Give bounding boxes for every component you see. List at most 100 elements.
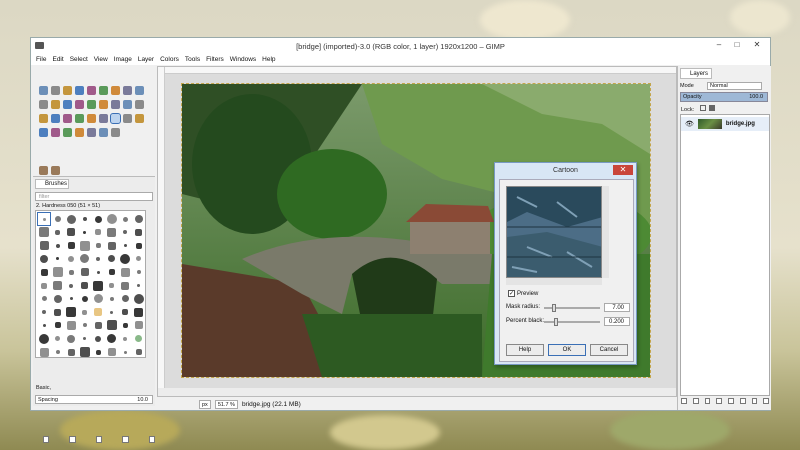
close-icon[interactable]: ✕	[750, 40, 764, 50]
mask-radius-spin[interactable]: 7.00	[604, 303, 630, 312]
refresh-brushes-icon[interactable]	[148, 436, 156, 443]
canvas-horizontal-scrollbar[interactable]	[158, 388, 676, 396]
eraser-icon[interactable]	[123, 114, 132, 123]
brush-cell[interactable]	[79, 293, 91, 305]
brush-cell[interactable]	[119, 346, 131, 357]
brush-cell[interactable]	[133, 319, 145, 331]
unit-selector[interactable]: px	[199, 399, 211, 409]
brush-cell[interactable]	[119, 240, 131, 252]
brush-grid[interactable]	[35, 210, 146, 358]
eye-icon[interactable]: 👁	[685, 120, 694, 128]
brush-cell[interactable]	[38, 306, 50, 318]
brush-cell[interactable]	[92, 346, 104, 357]
smudge-extra-icon[interactable]	[39, 166, 48, 175]
brush-cell[interactable]	[79, 240, 91, 252]
brush-cell[interactable]	[52, 319, 64, 331]
scale-icon[interactable]	[111, 100, 120, 109]
brush-cell[interactable]	[106, 346, 118, 357]
brush-cell[interactable]	[65, 253, 77, 265]
delete-brush-icon[interactable]	[122, 436, 129, 443]
brush-cell[interactable]	[52, 240, 64, 252]
opacity-field[interactable]: Opacity 100.0	[680, 92, 768, 102]
layer-row[interactable]: 👁 bridge.jpg	[681, 117, 769, 131]
brush-cell[interactable]	[92, 240, 104, 252]
menu-view[interactable]: View	[94, 56, 108, 63]
mode-select[interactable]: Normal	[707, 82, 762, 90]
color-select-icon[interactable]	[87, 86, 96, 95]
move-icon[interactable]	[63, 100, 72, 109]
menu-layer[interactable]: Layer	[138, 56, 154, 63]
brush-cell[interactable]	[38, 253, 50, 265]
menu-edit[interactable]: Edit	[52, 56, 63, 63]
blur-icon[interactable]	[87, 128, 96, 137]
brush-cell[interactable]	[119, 293, 131, 305]
percent-black-knob[interactable]	[554, 318, 559, 326]
brush-cell[interactable]	[119, 253, 131, 265]
paintbrush-icon[interactable]	[110, 113, 121, 124]
brush-cell[interactable]	[133, 333, 145, 345]
new-brush-icon[interactable]	[69, 436, 76, 443]
maximize-icon[interactable]: □	[730, 40, 744, 50]
menu-windows[interactable]: Windows	[230, 56, 256, 63]
brush-cell[interactable]	[38, 226, 50, 238]
cage-icon[interactable]	[51, 114, 60, 123]
brush-cell[interactable]	[37, 212, 51, 226]
ruler-left[interactable]	[158, 67, 165, 396]
brush-cell[interactable]	[133, 266, 145, 278]
menu-tools[interactable]: Tools	[185, 56, 200, 63]
brush-cell[interactable]	[52, 333, 64, 345]
brush-cell[interactable]	[79, 280, 91, 292]
brush-cell[interactable]	[65, 226, 77, 238]
percent-black-spin[interactable]: 0.200	[604, 317, 630, 326]
brush-cell[interactable]	[79, 346, 91, 357]
blend-icon[interactable]	[87, 114, 96, 123]
brush-cell[interactable]	[38, 280, 50, 292]
ruler-top[interactable]	[158, 67, 676, 74]
clone-icon[interactable]	[51, 128, 60, 137]
brush-cell[interactable]	[92, 226, 104, 238]
color-picker-icon[interactable]	[135, 86, 144, 95]
brush-cell[interactable]	[65, 293, 77, 305]
lock-alpha-icon[interactable]	[709, 105, 716, 111]
preview-vertical-scrollbar[interactable]	[602, 186, 609, 278]
ellipse-select-icon[interactable]	[51, 86, 60, 95]
brush-cell[interactable]	[133, 306, 145, 318]
preview-horizontal-scrollbar[interactable]	[506, 278, 602, 285]
brush-cell[interactable]	[92, 293, 104, 305]
brush-cell[interactable]	[79, 253, 91, 265]
brush-cell[interactable]	[52, 226, 64, 238]
brush-spacing-field[interactable]: Spacing 10.0	[35, 395, 153, 404]
align-icon[interactable]	[75, 100, 84, 109]
brush-cell[interactable]	[52, 213, 64, 225]
dodge-burn-icon[interactable]	[111, 128, 120, 137]
flip-icon[interactable]	[39, 114, 48, 123]
brush-cell[interactable]	[65, 319, 77, 331]
brush-cell[interactable]	[65, 346, 77, 357]
brush-cell[interactable]	[65, 240, 77, 252]
airbrush-icon[interactable]	[135, 114, 144, 123]
perspective-clone-icon[interactable]	[75, 128, 84, 137]
cartoon-preview[interactable]	[506, 186, 602, 278]
brush-cell[interactable]	[79, 226, 91, 238]
brush-cell[interactable]	[92, 213, 104, 225]
brush-cell[interactable]	[92, 333, 104, 345]
tab-layers[interactable]: Layers	[680, 68, 712, 79]
tab-brushes[interactable]: Brushes	[35, 179, 69, 189]
edit-brush-icon[interactable]	[43, 436, 50, 443]
menu-filters[interactable]: Filters	[206, 56, 224, 63]
dialog-close-icon[interactable]: ✕	[613, 165, 633, 175]
anchor-layer-icon[interactable]	[739, 398, 746, 404]
brush-cell[interactable]	[79, 266, 91, 278]
brush-cell[interactable]	[38, 240, 50, 252]
shear-icon[interactable]	[123, 100, 132, 109]
brush-cell[interactable]	[38, 293, 50, 305]
brush-cell[interactable]	[119, 266, 131, 278]
brush-cell[interactable]	[133, 226, 145, 238]
new-layer-icon[interactable]	[681, 398, 687, 404]
brush-cell[interactable]	[65, 280, 77, 292]
brush-cell[interactable]	[52, 306, 64, 318]
brush-cell[interactable]	[52, 266, 64, 278]
brush-cell[interactable]	[119, 333, 131, 345]
brush-cell[interactable]	[133, 346, 145, 357]
brush-cell[interactable]	[133, 240, 145, 252]
